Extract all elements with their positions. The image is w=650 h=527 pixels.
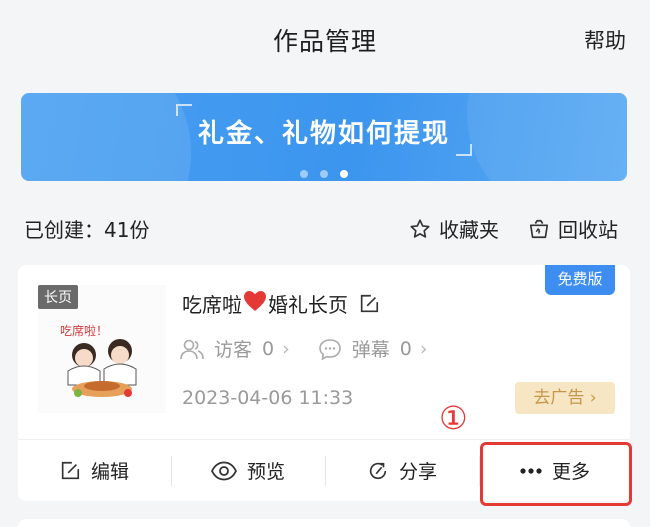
long-page-tag: 长页 [38,285,78,309]
share-icon [369,462,387,479]
barrage-label[interactable]: 弹幕 [352,335,390,362]
visitors-count: 0 [262,337,275,360]
recycle-bin-button[interactable]: 回收站 [528,214,618,243]
recycle-label: 回收站 [558,218,618,242]
edit-icon [61,461,80,479]
page-title: 作品管理 [272,27,377,56]
recycle-icon [529,219,549,238]
banner-bracket-icon [176,104,192,116]
promo-banner[interactable]: 礼金、礼物如何提现 [21,93,627,181]
heart-icon [243,290,267,317]
remove-ads-button[interactable]: 去广告 › [515,382,615,414]
share-button[interactable]: 分享 [326,440,478,501]
thumb-caption: 吃席啦！ [60,323,108,338]
step-marker: ① [439,399,468,437]
barrage-count: 0 [399,337,412,360]
created-date: 2023-04-06 11:33 [182,387,354,409]
favorites-label: 收藏夹 [439,218,499,242]
preview-button[interactable]: 预览 [172,440,324,501]
visitors-label[interactable]: 访客 [214,335,252,362]
chevron-right-icon: › [419,337,428,360]
work-thumbnail[interactable]: 吃席啦！ 长页 [38,285,166,413]
edit-label: 编辑 [90,461,129,483]
preview-label: 预览 [246,461,285,483]
help-button[interactable]: 帮助 [584,25,626,55]
highlight-box [480,442,632,506]
work-title: 吃席啦 婚礼长页 [182,289,380,318]
carousel-dot[interactable] [300,170,308,178]
carousel-dot-active[interactable] [340,170,348,178]
carousel-dot[interactable] [320,170,328,178]
favorites-button[interactable]: 收藏夹 [409,214,499,243]
edit-button[interactable]: 编辑 [18,440,170,501]
banner-text: 礼金、礼物如何提现 [197,119,450,149]
free-version-badge: 免费版 [545,265,615,295]
next-work-card [18,519,630,527]
created-count: 已创建：41份 [24,218,150,242]
chevron-right-icon: › [282,337,290,360]
edit-title-icon[interactable] [358,293,380,315]
work-title-prefix: 吃席啦 [182,293,242,317]
visitors-icon [180,339,204,359]
carousel-dots [21,163,627,181]
share-label: 分享 [398,461,437,483]
work-title-suffix: 婚礼长页 [268,293,348,317]
eye-icon [210,461,237,480]
barrage-icon [318,338,341,360]
star-icon [410,218,430,238]
top-bar: 作品管理 帮助 [0,0,650,80]
stats-row: 访客 0 › 弹幕 0 › [180,335,427,362]
banner-bracket-icon [456,144,472,156]
